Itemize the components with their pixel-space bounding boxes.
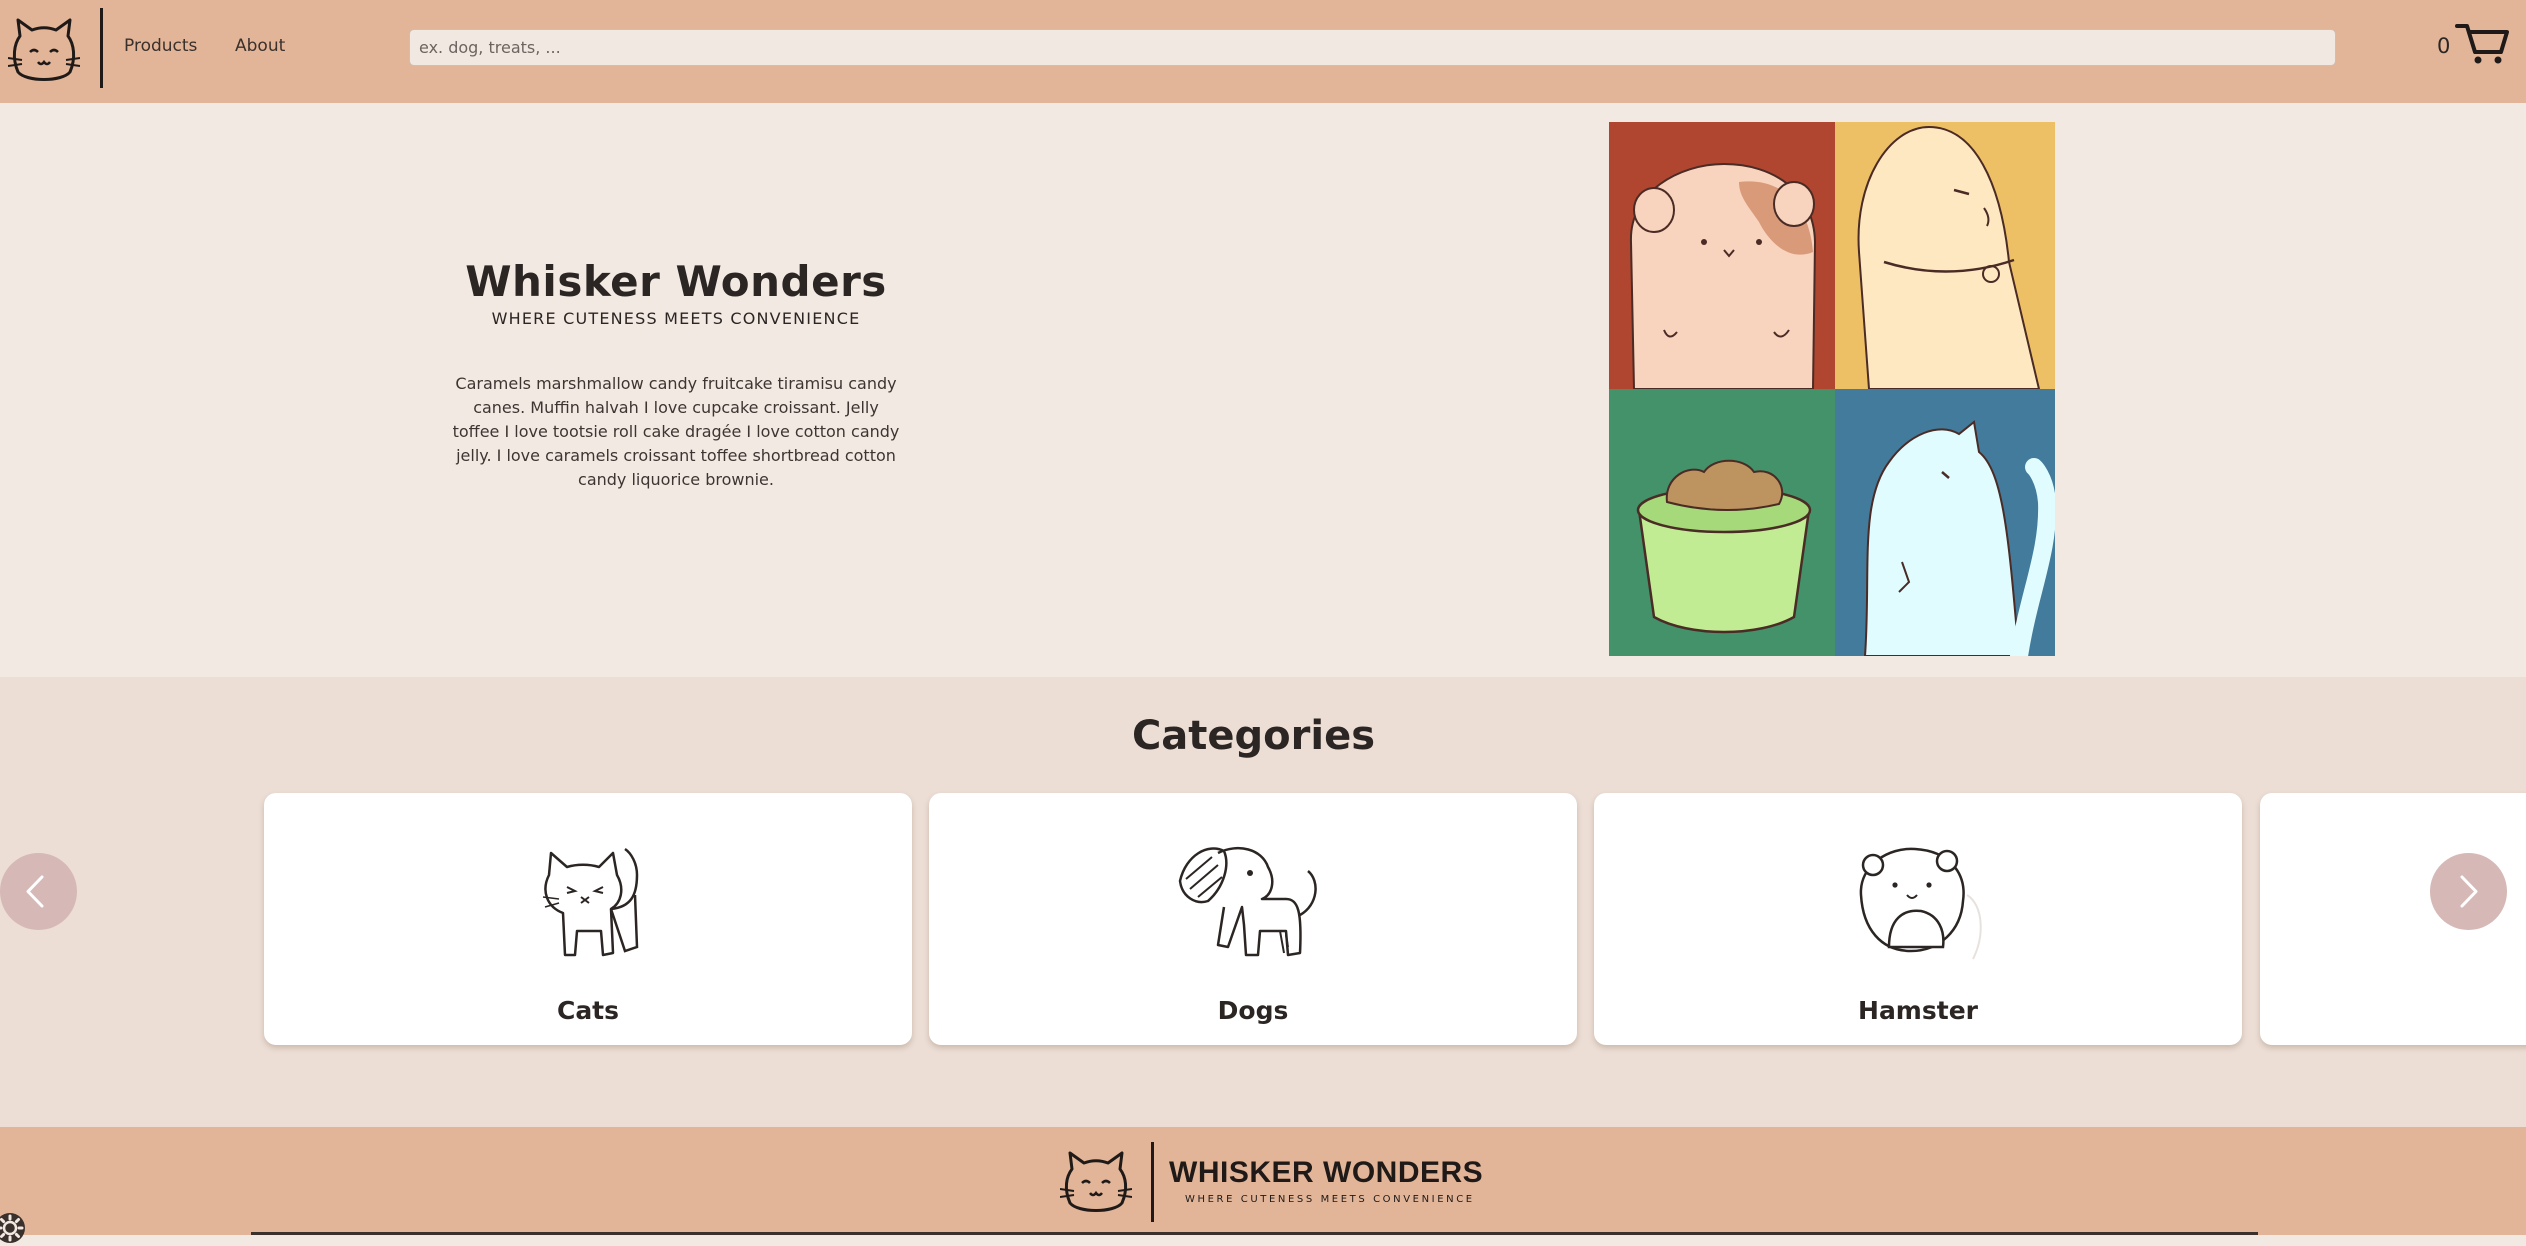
dog-icon — [1178, 846, 1317, 957]
hero-text: Whisker Wonders WHERE CUTENESS MEETS CON… — [440, 257, 912, 492]
hamster-icon — [1859, 847, 1982, 960]
cart-count: 0 — [2437, 34, 2451, 58]
category-label-dogs: Dogs — [1217, 996, 1289, 1025]
logo-divider — [100, 8, 103, 88]
category-card-hamster[interactable]: Hamster — [1594, 793, 2242, 1045]
hamster-illustration — [1609, 122, 1835, 390]
carousel-prev-button[interactable] — [0, 853, 77, 930]
hero-pet-collage — [1609, 122, 2055, 656]
footer-tagline: WHERE CUTENESS MEETS CONVENIENCE — [1185, 1194, 1475, 1205]
hero-title: Whisker Wonders — [465, 257, 887, 306]
white-cat-illustration — [1835, 389, 2055, 656]
cart-icon[interactable] — [2455, 22, 2509, 66]
cat-logo-icon[interactable] — [8, 14, 80, 86]
hero-subtitle: WHERE CUTENESS MEETS CONVENIENCE — [491, 309, 861, 329]
category-label-cats: Cats — [556, 996, 620, 1025]
nav-about-link[interactable]: About — [235, 36, 285, 56]
footer-divider — [1151, 1142, 1154, 1222]
footer-brand: WHISKER WONDERS — [1169, 1156, 1484, 1189]
hero-body: Caramels marshmallow candy fruitcake tir… — [452, 374, 900, 490]
site-footer: WHISKER WONDERS WHERE CUTENESS MEETS CON… — [0, 1127, 2526, 1235]
cat-icon — [542, 847, 639, 957]
settings-gear-icon[interactable] — [0, 1210, 28, 1246]
carousel-next-button[interactable] — [2430, 853, 2507, 930]
footer-cat-logo-icon — [1060, 1151, 1132, 1212]
categories-section: Categories Cats Dogs Hamster — [0, 677, 2526, 1127]
food-bowl-illustration — [1609, 389, 1835, 656]
categories-title: Categories — [1131, 713, 1376, 759]
chevron-right-icon — [2460, 875, 2478, 908]
site-header: Products About 0 — [0, 0, 2526, 103]
hero-section: Whisker Wonders WHERE CUTENESS MEETS CON… — [0, 103, 2526, 677]
dog-illustration — [1835, 122, 2055, 390]
category-label-hamster: Hamster — [1858, 996, 1978, 1025]
search-input[interactable] — [409, 29, 2336, 66]
category-card-dogs[interactable]: Dogs — [929, 793, 1577, 1045]
category-card-cats[interactable]: Cats — [264, 793, 912, 1045]
nav-products-link[interactable]: Products — [124, 36, 197, 56]
chevron-left-icon — [26, 875, 44, 908]
